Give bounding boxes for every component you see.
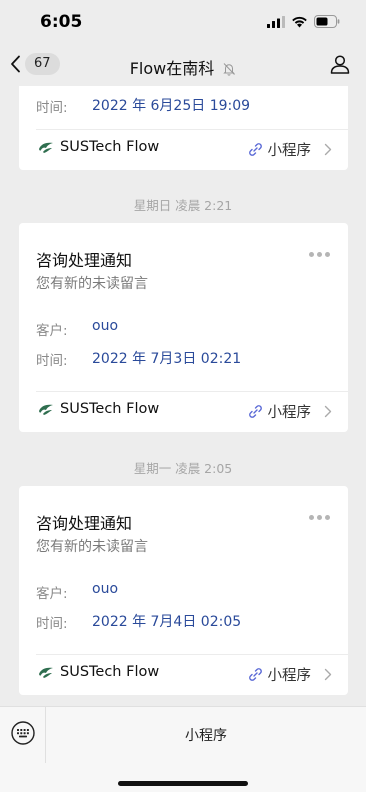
customer-label: 客户: — [36, 586, 68, 602]
status-bar: 6:05 — [0, 0, 366, 44]
chat-info-button[interactable] — [330, 54, 350, 78]
chat-header: 67 Flow在南科 — [0, 44, 366, 86]
sustech-flow-logo-icon — [39, 404, 53, 415]
card-title: 咨询处理通知 — [36, 514, 133, 533]
keyboard-icon — [11, 721, 35, 745]
customer-label: 客户: — [36, 323, 68, 339]
time-value: 2022 年 6月25日 19:09 — [92, 98, 251, 114]
brand-name: SUSTech Flow — [60, 664, 160, 680]
time-label: 时间: — [36, 353, 68, 369]
keyboard-toggle-button[interactable] — [11, 721, 35, 745]
battery-icon — [314, 15, 340, 28]
message-card[interactable]: 时间: 2022 年 6月25日 19:09 SUSTech Flow 小程序 — [19, 86, 348, 170]
message-timestamp: 星期日 凌晨 2:21 — [133, 198, 233, 213]
card-title: 咨询处理通知 — [36, 251, 133, 270]
mini-program-footer[interactable]: SUSTech Flow 小程序 — [19, 655, 348, 695]
brand-name: SUSTech Flow — [60, 401, 160, 417]
card-subtitle: 您有新的未读留言 — [36, 276, 148, 292]
chevron-right-icon — [324, 405, 332, 418]
customer-value: ouo — [92, 318, 119, 334]
link-icon — [248, 143, 262, 156]
time-value: 2022 年 7月3日 02:21 — [92, 351, 242, 367]
mini-program-link[interactable]: 小程序 — [248, 139, 333, 160]
more-dots-icon[interactable] — [309, 252, 330, 257]
sustech-flow-logo-icon — [39, 142, 53, 153]
customer-value: ouo — [92, 581, 119, 597]
cellular-signal-icon — [267, 15, 285, 28]
chevron-right-icon — [324, 143, 332, 156]
mini-program-footer[interactable]: SUSTech Flow 小程序 — [19, 392, 348, 432]
bottom-bar: 小程序 — [0, 706, 366, 792]
status-icons — [267, 15, 340, 28]
time-label: 时间: — [36, 100, 68, 116]
mini-program-link[interactable]: 小程序 — [248, 664, 333, 685]
message-card[interactable]: 咨询处理通知 您有新的未读留言 客户: ouo 时间: 2022 年 7月3日 … — [19, 223, 348, 432]
chat-title: Flow在南科 — [0, 55, 366, 79]
chat-title-text: Flow在南科 — [129, 59, 215, 78]
status-time: 6:05 — [40, 12, 83, 32]
brand: SUSTech Flow — [38, 664, 159, 680]
mini-program-label: 小程序 — [267, 143, 312, 159]
home-indicator[interactable] — [118, 781, 248, 786]
message-timestamp: 星期一 凌晨 2:05 — [133, 461, 233, 476]
person-icon — [330, 55, 350, 74]
mini-program-link[interactable]: 小程序 — [248, 401, 333, 422]
time-value: 2022 年 7月4日 02:05 — [92, 614, 242, 630]
brand-name: SUSTech Flow — [60, 139, 160, 155]
link-icon — [248, 405, 262, 418]
brand: SUSTech Flow — [38, 139, 159, 155]
mini-program-footer[interactable]: SUSTech Flow 小程序 — [19, 130, 348, 170]
link-icon — [248, 668, 262, 681]
mini-program-label: 小程序 — [267, 405, 312, 421]
card-subtitle: 您有新的未读留言 — [36, 539, 148, 555]
mini-program-label: 小程序 — [267, 668, 312, 684]
sustech-flow-logo-icon — [39, 667, 53, 678]
time-label: 时间: — [36, 616, 68, 632]
chevron-right-icon — [324, 668, 332, 681]
bell-off-icon — [223, 63, 236, 76]
wifi-icon — [292, 16, 307, 27]
brand: SUSTech Flow — [38, 401, 159, 417]
message-list[interactable]: 时间: 2022 年 6月25日 19:09 SUSTech Flow 小程序 — [0, 86, 366, 706]
message-card[interactable]: 咨询处理通知 您有新的未读留言 客户: ouo 时间: 2022 年 7月4日 … — [19, 486, 348, 695]
mini-program-menu-button[interactable]: 小程序 — [46, 725, 366, 745]
more-dots-icon[interactable] — [309, 515, 330, 520]
